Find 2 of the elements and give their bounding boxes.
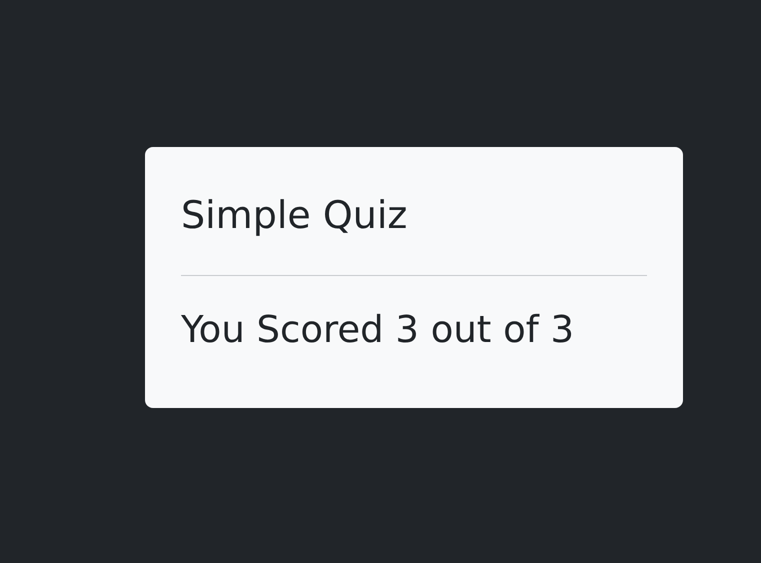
quiz-title: Simple Quiz bbox=[181, 192, 408, 239]
score-text: You Scored 3 out of 3 bbox=[181, 307, 576, 353]
